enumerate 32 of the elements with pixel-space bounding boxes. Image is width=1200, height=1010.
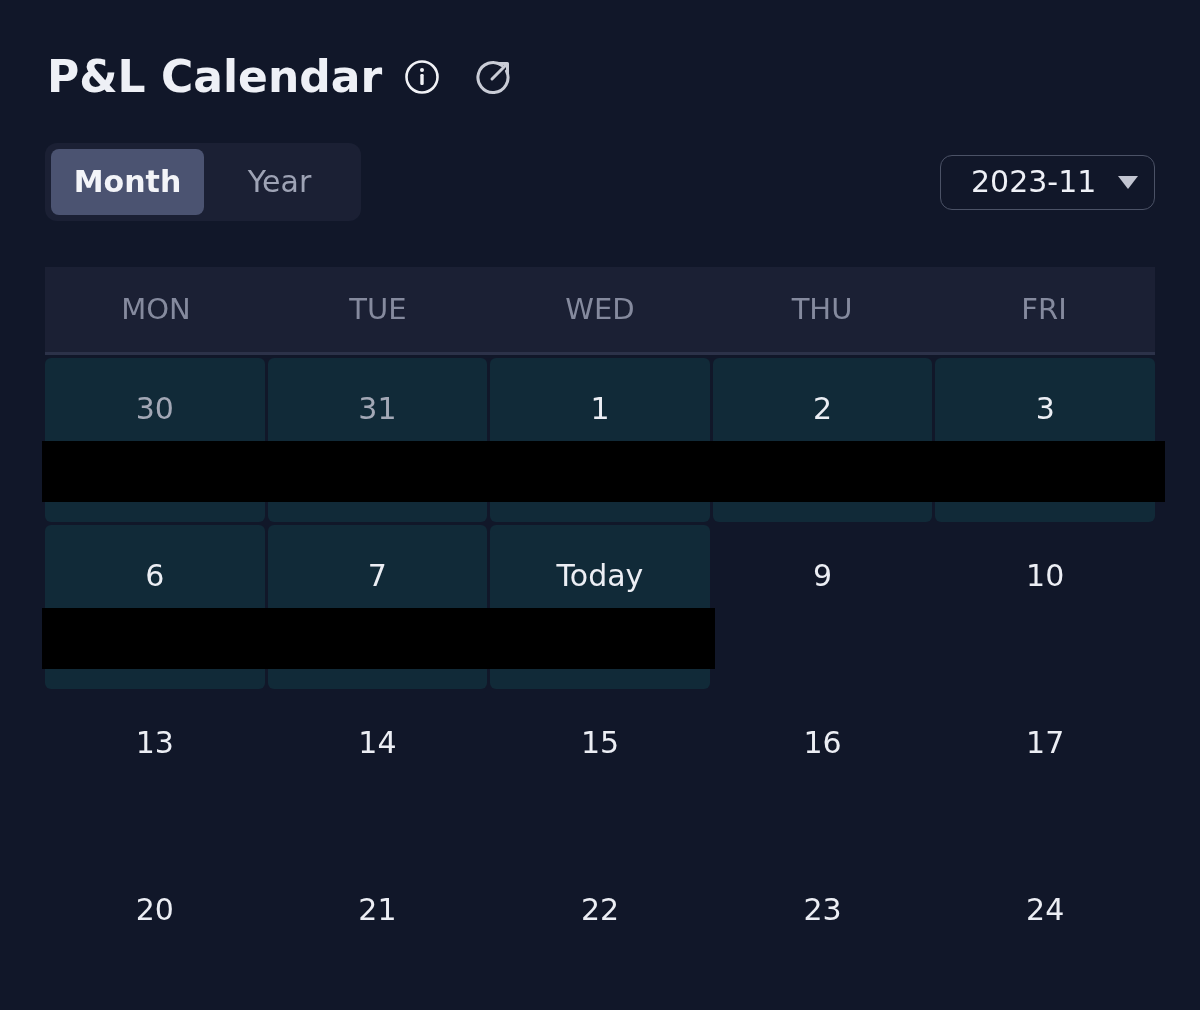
weekday-label: TUE: [349, 295, 407, 324]
view-tab[interactable]: Year: [204, 149, 355, 215]
day-number: Today: [556, 561, 644, 595]
day-number: 1: [590, 394, 610, 428]
day-number[interactable]: 22: [580, 895, 620, 929]
day-number[interactable]: 14: [358, 728, 397, 762]
month-dropdown[interactable]: 2023-11: [940, 154, 1155, 210]
weekday-label: MON: [121, 295, 191, 324]
day-number[interactable]: 21: [358, 895, 397, 929]
day-number: 6: [145, 561, 165, 595]
view-tab[interactable]: Month: [51, 149, 204, 215]
day-number: 7: [367, 561, 387, 595]
day-number[interactable]: 9: [813, 561, 833, 595]
day-number: 31: [358, 394, 397, 428]
weekday-label: WED: [565, 295, 635, 324]
day-number[interactable]: 16: [803, 728, 842, 762]
weekday-label: FRI: [1021, 295, 1067, 324]
weekday-label: THU: [791, 295, 853, 324]
caret-icon: [1118, 175, 1138, 189]
day-number[interactable]: 24: [1026, 895, 1065, 929]
day-number[interactable]: 17: [1026, 728, 1065, 762]
arrow-circle-icon[interactable]: [476, 59, 513, 95]
day-number[interactable]: 20: [135, 895, 174, 929]
day-number[interactable]: 23: [803, 895, 842, 929]
day-number[interactable]: 15: [580, 728, 620, 762]
day-number[interactable]: 10: [1026, 561, 1065, 595]
day-number[interactable]: 13: [135, 728, 174, 762]
day-number: 30: [135, 394, 174, 428]
info-icon[interactable]: [404, 59, 441, 95]
page-title: P&L Calendar: [46, 55, 383, 99]
day-number: 2: [813, 394, 833, 428]
day-number: 3: [1035, 394, 1055, 428]
